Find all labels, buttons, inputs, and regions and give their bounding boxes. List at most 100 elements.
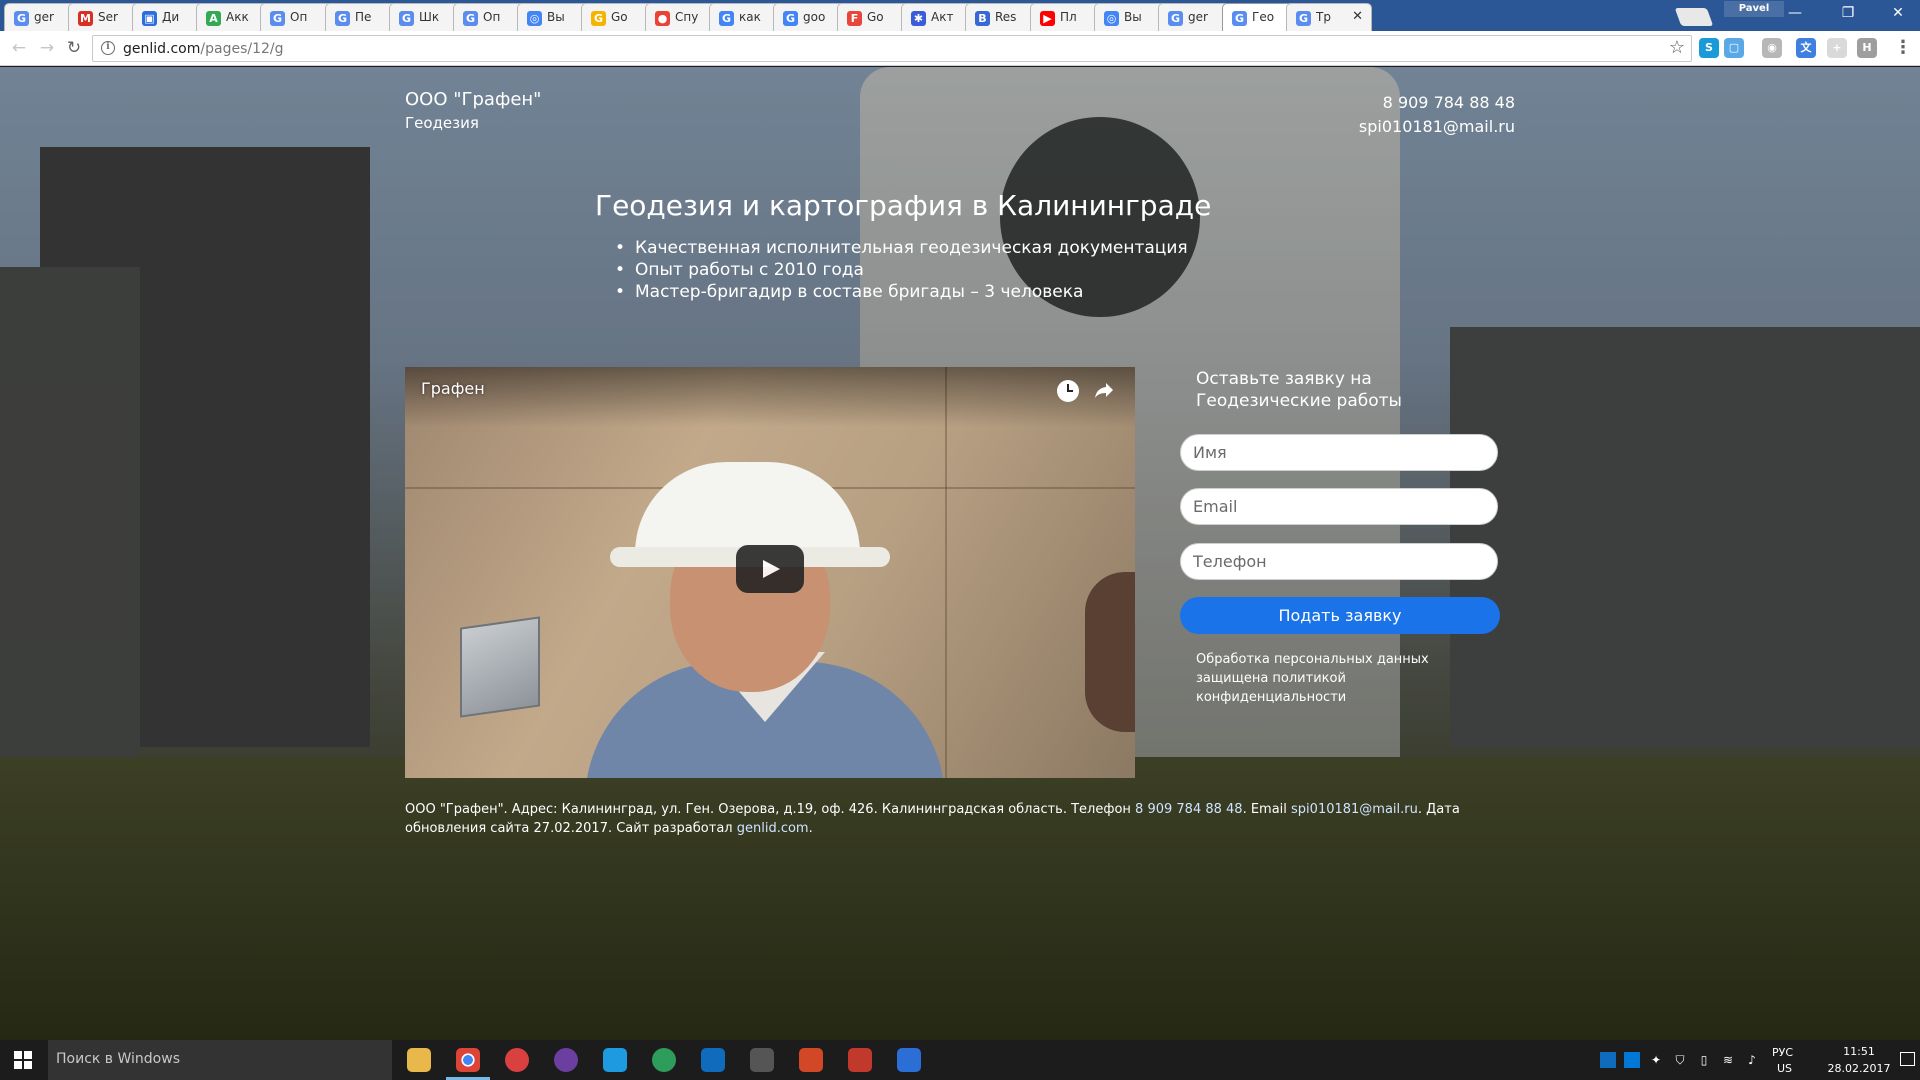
edge-icon[interactable] — [603, 1048, 627, 1072]
footer-email-link[interactable]: spi010181@mail.ru — [1291, 802, 1418, 817]
tab-favicon-icon: ◎ — [1104, 11, 1119, 26]
tab-favicon-icon: ◎ — [527, 11, 542, 26]
tab-title: Оп — [290, 10, 308, 24]
tray-battery-icon[interactable]: ▯ — [1696, 1052, 1712, 1068]
language-indicator[interactable]: РУС — [1772, 1046, 1793, 1059]
tab-favicon-icon: ▶ — [1040, 11, 1055, 26]
tab-title: Акт — [931, 10, 954, 24]
tab-favicon-icon: G — [270, 11, 285, 26]
footer-phone-link[interactable]: 8 909 784 88 48 — [1135, 802, 1243, 817]
tab-title: Акк — [226, 10, 249, 24]
tab-close-icon[interactable]: ✕ — [1352, 9, 1363, 24]
tab-title: Оп — [483, 10, 501, 24]
tray-network-icon[interactable]: ✦ — [1648, 1052, 1664, 1068]
extension-icon-6[interactable]: H — [1857, 38, 1877, 58]
forward-icon[interactable]: → — [36, 37, 58, 59]
tray-skype-icon[interactable] — [1624, 1052, 1640, 1068]
taskbar-app-icon[interactable] — [505, 1048, 529, 1072]
video-title[interactable]: Графен — [421, 379, 485, 398]
form-title-line: Геодезические работы — [1196, 391, 1402, 411]
tab-title: ger — [1188, 10, 1208, 24]
url-host: genlid.com — [123, 41, 201, 57]
tab-favicon-icon: M — [78, 11, 93, 26]
clock-date[interactable]: 28.02.2017 — [1826, 1062, 1892, 1075]
tab-title: Ser — [98, 10, 118, 24]
adwords-icon[interactable] — [897, 1048, 921, 1072]
language-indicator[interactable]: US — [1777, 1062, 1792, 1075]
tab-favicon-icon: G — [719, 11, 734, 26]
chrome-icon[interactable] — [446, 1048, 490, 1080]
taskbar-app-icon[interactable] — [848, 1048, 872, 1072]
back-icon[interactable]: ← — [8, 37, 30, 59]
footer-text-part: . Email — [1242, 802, 1292, 817]
chrome-menu-icon[interactable]: ⋮ — [1894, 37, 1912, 59]
taskbar-app-icon[interactable] — [554, 1048, 578, 1072]
tab-title: Спу — [675, 10, 699, 24]
company-subtitle: Геодезия — [405, 114, 479, 132]
close-window-icon[interactable]: ✕ — [1878, 2, 1918, 24]
video-thumbnail-detail — [945, 367, 947, 778]
hero-bullet: Мастер-бригадир в составе бригады – 3 че… — [615, 281, 1188, 303]
tray-volume-icon[interactable]: ♪ — [1744, 1052, 1760, 1068]
tab-favicon-icon: F — [847, 11, 862, 26]
watch-later-icon[interactable] — [1057, 380, 1079, 402]
phone-input[interactable] — [1180, 543, 1498, 580]
file-explorer-icon[interactable] — [407, 1048, 431, 1072]
tray-outlook-icon[interactable] — [1600, 1052, 1616, 1068]
tab-favicon-icon: ● — [655, 11, 670, 26]
extension-icon-1[interactable]: S — [1699, 38, 1719, 58]
minimize-icon[interactable]: — — [1775, 2, 1815, 24]
extension-icon-2[interactable]: ▢ — [1724, 38, 1744, 58]
header-email[interactable]: spi010181@mail.ru — [1359, 117, 1515, 136]
clock-time[interactable]: 11:51 — [1826, 1045, 1892, 1058]
tray-shield-icon[interactable]: ⛉ — [1672, 1052, 1688, 1068]
email-input[interactable] — [1180, 488, 1498, 525]
maximize-icon[interactable]: ❐ — [1828, 2, 1868, 24]
taskbar-app-icon[interactable] — [799, 1048, 823, 1072]
footer-developer-link[interactable]: genlid.com — [737, 821, 809, 836]
name-input[interactable] — [1180, 434, 1498, 471]
taskbar-app-icon[interactable] — [750, 1048, 774, 1072]
hero-bullet: Опыт работы с 2010 года — [615, 259, 1188, 281]
reload-icon[interactable]: ↻ — [63, 37, 85, 59]
tab-title: Ди — [162, 10, 180, 24]
tab-favicon-icon: G — [335, 11, 350, 26]
tab-title: Тр — [1316, 10, 1331, 24]
tab-favicon-icon: G — [783, 11, 798, 26]
hero-title: Геодезия и картография в Калининграде — [595, 189, 1212, 222]
notification-center-icon[interactable] — [1900, 1052, 1915, 1066]
tab-title: Go — [867, 10, 884, 24]
taskbar-app-icon[interactable] — [652, 1048, 676, 1072]
company-name: ООО "Графен" — [405, 89, 542, 110]
tab-favicon-icon: G — [591, 11, 606, 26]
url-path: /pages/12/g — [200, 41, 284, 57]
new-tab-button[interactable] — [1674, 8, 1714, 26]
video-top-gradient — [405, 367, 1135, 427]
outlook-icon[interactable] — [701, 1048, 725, 1072]
address-bar[interactable]: i genlid.com/pages/12/g ☆ — [92, 35, 1692, 62]
extension-icon-3[interactable]: ◉ — [1762, 38, 1782, 58]
tray-wifi-icon[interactable]: ≋ — [1720, 1052, 1736, 1068]
tab-favicon-icon: G — [1296, 11, 1311, 26]
youtube-video-player[interactable]: Графен — [405, 367, 1135, 778]
hero-bullets: Качественная исполнительная геодезическа… — [615, 237, 1188, 303]
browser-tab-strip: Gger✕MSer✕▣Ди✕AАкк✕GОп✕GПе✕GШк✕GОп✕◎Вы✕G… — [0, 0, 1920, 31]
bookmark-star-icon[interactable]: ☆ — [1669, 37, 1685, 59]
tab-title: Res — [995, 10, 1017, 24]
share-icon[interactable] — [1093, 379, 1115, 401]
info-icon[interactable]: i — [101, 41, 115, 55]
browser-tab[interactable]: G Тр ✕ — [1286, 3, 1372, 31]
browser-toolbar: ← → ↻ i genlid.com/pages/12/g ☆ S ▢ ◉ 文 … — [0, 31, 1920, 66]
tab-title: Вы — [1124, 10, 1142, 24]
footer-text-part: ООО "Графен". Адрес: Калининград, ул. Ге… — [405, 802, 1136, 817]
extension-icon-5[interactable]: + — [1827, 38, 1847, 58]
taskbar-search-box[interactable]: Поиск в Windows — [48, 1040, 392, 1080]
play-button[interactable] — [736, 545, 804, 593]
header-phone[interactable]: 8 909 784 88 48 — [1383, 93, 1515, 112]
windows-start-icon[interactable] — [14, 1051, 32, 1069]
system-tray: ✦ ⛉ ▯ ≋ ♪ РУС US 11:51 28.02.2017 — [1600, 1040, 1920, 1080]
translate-icon[interactable]: 文 — [1796, 38, 1816, 58]
submit-button[interactable]: Подать заявку — [1180, 597, 1500, 634]
url-text[interactable]: genlid.com/pages/12/g — [123, 41, 284, 57]
video-thumbnail-detail — [460, 616, 540, 718]
